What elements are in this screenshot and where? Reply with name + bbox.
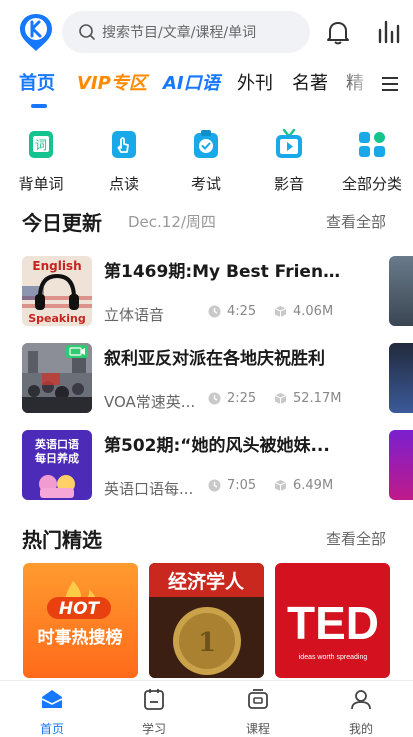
nav-course[interactable]: 课程 xyxy=(228,687,288,737)
thumb-text-english: English xyxy=(32,259,81,273)
tab-foreign-press[interactable]: 外刊 xyxy=(237,68,273,100)
category-label: 背单词 xyxy=(18,175,64,193)
nav-label: 我的 xyxy=(348,722,373,736)
package-icon xyxy=(274,306,287,317)
search-input[interactable]: 搜索节目/文章/课程/单词 xyxy=(62,11,310,53)
category-exam[interactable]: 考试 xyxy=(166,128,246,194)
episode-source: 立体语音 xyxy=(104,306,165,324)
svg-text:词: 词 xyxy=(35,138,47,152)
episode-duration: 4:25 xyxy=(208,304,256,319)
hot-card-label: 时事热搜榜 xyxy=(38,627,123,648)
size-text: 4.06M xyxy=(293,304,334,319)
profile-icon xyxy=(351,690,371,710)
category-all[interactable]: 全部分类 xyxy=(332,128,412,194)
nav-label: 学习 xyxy=(141,722,166,736)
ted-tagline: ideas worth spreading xyxy=(299,654,368,661)
category-label: 点读 xyxy=(108,175,139,193)
size-text: 52.17M xyxy=(293,391,342,406)
tab-ai-speaking[interactable]: AI口语 xyxy=(163,68,220,100)
hot-card-trending[interactable]: HOT 时事热搜榜 xyxy=(23,563,138,678)
episode-size: 6.49M xyxy=(274,478,333,493)
nav-study[interactable]: 学习 xyxy=(124,687,184,737)
next-item-peek xyxy=(389,256,413,326)
episode-duration: 7:05 xyxy=(208,478,256,493)
clock-icon xyxy=(208,305,221,318)
category-point-read[interactable]: 点读 xyxy=(84,128,164,194)
coin-numeral: 1 xyxy=(198,628,216,658)
vocabulary-icon: 词 xyxy=(29,131,53,158)
episode-duration: 2:25 xyxy=(208,391,256,406)
episode-source: 英语口语每... xyxy=(104,480,194,498)
list-item[interactable]: English Speaking 第1469期:My Best Friend .… xyxy=(22,256,392,326)
hot-card-economist[interactable]: 1 经济学人 xyxy=(149,563,264,678)
home-icon xyxy=(41,690,63,708)
episode-title: 叙利亚反对派在各地庆祝胜利 xyxy=(104,349,325,369)
clock-icon xyxy=(208,392,221,405)
next-item-peek xyxy=(389,343,413,413)
episode-title: 第1469期:My Best Friend ... xyxy=(104,262,344,282)
tab-classics[interactable]: 名著 xyxy=(292,68,328,100)
category-video[interactable]: 影音 xyxy=(249,128,329,194)
duration-text: 7:05 xyxy=(227,478,257,493)
hot-card-label: 经济学人 xyxy=(168,570,245,593)
category-vocabulary[interactable]: 词 背单词 xyxy=(1,128,81,194)
tab-fade xyxy=(335,68,375,102)
episode-thumbnail xyxy=(22,343,92,413)
hot-card-ted[interactable]: TED ideas worth spreading xyxy=(275,563,390,678)
tab-home[interactable]: 首页 xyxy=(19,68,55,100)
exam-icon xyxy=(194,130,218,158)
bottom-nav: 首页 学习 课程 我的 xyxy=(0,680,413,737)
duration-text: 2:25 xyxy=(227,391,257,406)
package-icon xyxy=(274,480,287,491)
course-icon xyxy=(248,689,268,709)
episode-size: 4.06M xyxy=(274,304,333,319)
ted-logo-text: TED xyxy=(287,597,379,649)
top-tabs: 首页 VIP专区 AI口语 外刊 名著 精 xyxy=(0,68,413,108)
today-view-all-link[interactable]: 查看全部 xyxy=(326,211,386,232)
episode-size: 52.17M xyxy=(274,391,341,406)
list-item[interactable]: 叙利亚反对派在各地庆祝胜利 VOA常速英... 2:25 52.17M xyxy=(22,343,392,413)
today-date: Dec.12/周四 xyxy=(128,213,216,231)
nav-profile[interactable]: 我的 xyxy=(331,687,391,737)
episode-thumbnail: 英语口语 每日养成 xyxy=(22,430,92,500)
point-read-icon xyxy=(112,131,136,158)
hot-badge-text: HOT xyxy=(59,599,101,619)
search-icon xyxy=(79,24,95,40)
thumb-text-subtitle: 每日养成 xyxy=(35,451,79,465)
category-label: 考试 xyxy=(190,175,221,193)
duration-text: 4:25 xyxy=(227,304,257,319)
bell-icon[interactable] xyxy=(324,18,352,46)
hot-section-title: 热门精选 xyxy=(22,528,102,552)
episode-title: 第502期:“她的风头被她妹... xyxy=(104,436,330,456)
category-label: 影音 xyxy=(273,175,304,193)
tab-vip[interactable]: VIP专区 xyxy=(77,68,147,100)
nav-home[interactable]: 首页 xyxy=(22,687,82,737)
video-icon xyxy=(276,128,302,158)
bar-chart-icon[interactable] xyxy=(376,18,400,44)
nav-label: 首页 xyxy=(39,722,64,736)
today-section-title: 今日更新 xyxy=(22,211,102,235)
category-label: 全部分类 xyxy=(341,175,402,193)
hot-view-all-link[interactable]: 查看全部 xyxy=(326,528,386,549)
search-placeholder: 搜索节目/文章/课程/单词 xyxy=(102,25,257,41)
tab-active-indicator xyxy=(31,104,47,108)
package-icon xyxy=(274,393,287,404)
thumb-text-speaking: Speaking xyxy=(28,312,85,325)
study-icon xyxy=(144,689,164,710)
clock-icon xyxy=(208,479,221,492)
size-text: 6.49M xyxy=(293,478,334,493)
episode-thumbnail: English Speaking xyxy=(22,256,92,326)
app-logo-icon[interactable] xyxy=(18,12,54,52)
nav-label: 课程 xyxy=(245,722,270,736)
thumb-text-title: 英语口语 xyxy=(34,437,79,451)
next-item-peek xyxy=(389,430,413,500)
list-item[interactable]: 英语口语 每日养成 第502期:“她的风头被她妹... 英语口语每... 7:0… xyxy=(22,430,392,500)
all-categories-icon xyxy=(359,132,385,157)
episode-source: VOA常速英... xyxy=(104,393,196,411)
menu-icon[interactable] xyxy=(381,76,399,92)
